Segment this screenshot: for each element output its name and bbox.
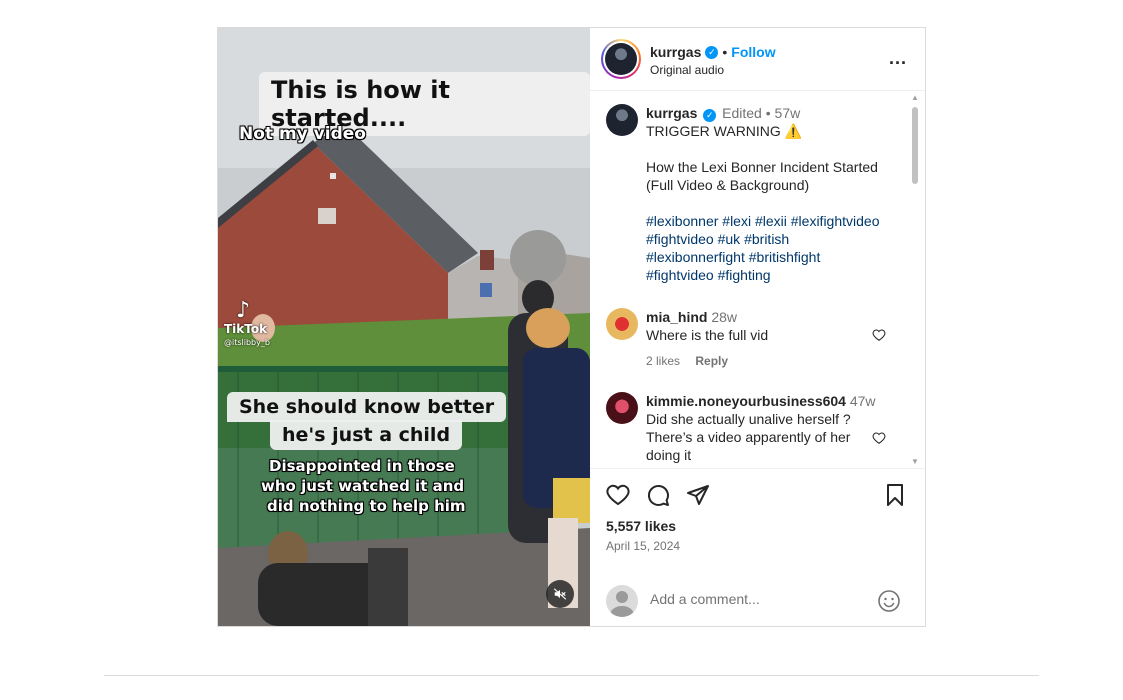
comment-meta-row: 2 likes Reply (646, 352, 896, 370)
hashtag-link[interactable]: #lexifightvideo (791, 213, 880, 229)
comment-body: kimmie.noneyourbusiness604 47w Did she a… (646, 392, 896, 464)
author-avatar-image (605, 43, 637, 75)
warning-emoji: ⚠️ (784, 123, 803, 139)
caption-separator: • (765, 105, 771, 121)
comment-username[interactable]: kimmie.noneyourbusiness604 (646, 393, 846, 409)
like-heart-icon[interactable] (606, 483, 630, 507)
comment-username[interactable]: mia_hind (646, 309, 707, 325)
post-date[interactable]: April 15, 2024 (606, 539, 680, 553)
comment-body: mia_hind 28w Where is the full vid 2 lik… (646, 308, 896, 370)
caption-hashtags: #lexibonner #lexi #lexii #lexifightvideo… (646, 212, 896, 284)
post-side-panel: kurrgas ✓ • Follow Original audio ... ku… (590, 28, 925, 626)
like-comment-heart-icon[interactable] (872, 431, 886, 445)
page: This is how it started.... Not my video … (0, 0, 1123, 700)
hashtag-link[interactable]: #uk (718, 231, 741, 247)
post-likes-count[interactable]: 5,557 likes (606, 518, 676, 534)
comments-scrollbar[interactable]: ▲ ▼ (911, 94, 919, 466)
action-icons-row (606, 483, 710, 507)
video-caption-middle-line2: he's just a child (270, 420, 463, 450)
video-caption-bottom-line3: did nothing to help him (267, 497, 466, 515)
tiktok-icon: ♪ (236, 298, 251, 323)
comment-likes-count[interactable]: 2 likes (646, 354, 680, 368)
reply-button[interactable]: Reply (695, 354, 728, 368)
original-audio-link[interactable]: Original audio (650, 63, 724, 77)
like-comment-heart-icon[interactable] (872, 328, 886, 342)
post-actions: 5,557 likes April 15, 2024 (590, 468, 925, 626)
header-separator: • (722, 44, 728, 60)
comment-age[interactable]: 47w (850, 393, 876, 409)
caption-avatar[interactable] (606, 104, 638, 136)
save-bookmark-icon[interactable] (883, 483, 907, 507)
hashtag-link[interactable]: #lexii (755, 213, 787, 229)
share-send-icon[interactable] (686, 483, 710, 507)
commenter-avatar[interactable] (606, 308, 638, 340)
comment-age[interactable]: 28w (711, 309, 737, 325)
author-row: kurrgas ✓ • Follow (650, 44, 776, 60)
video-caption-not-my-video: Not my video (239, 124, 366, 144)
current-user-avatar (606, 585, 638, 617)
more-options-button[interactable]: ... (889, 48, 907, 69)
verified-badge-icon: ✓ (705, 45, 719, 59)
caption-username[interactable]: kurrgas (646, 105, 697, 121)
tiktok-watermark: ♪ TikTok @itslibby_b (224, 298, 270, 348)
scroll-down-arrow-icon[interactable]: ▼ (911, 458, 919, 466)
caption-line2: How the Lexi Bonner Incident Started (646, 159, 878, 175)
page-divider (104, 675, 1039, 676)
hashtag-link[interactable]: #fighting (718, 267, 771, 283)
caption-age[interactable]: 57w (775, 105, 801, 121)
more-options-icon: ... (888, 48, 907, 68)
video-caption-bottom-line1: Disappointed in those (269, 457, 455, 475)
comment-text-line3: doing it (646, 447, 692, 463)
speaker-muted-icon (553, 588, 567, 600)
author-avatar[interactable] (601, 39, 641, 79)
add-comment-bar (590, 573, 925, 627)
hashtag-link[interactable]: #fightvideo (646, 267, 714, 283)
scroll-up-arrow-icon[interactable]: ▲ (911, 94, 919, 102)
hashtag-link[interactable]: #british (744, 231, 789, 247)
comment-bubble-icon[interactable] (646, 483, 670, 507)
video-caption-bottom-line2: who just watched it and (261, 477, 465, 495)
caption-edited: Edited (722, 105, 762, 121)
hashtag-link[interactable]: #lexi (722, 213, 751, 229)
caption-line1: TRIGGER WARNING (646, 123, 781, 139)
author-username[interactable]: kurrgas (650, 44, 701, 60)
commenter-avatar[interactable] (606, 392, 638, 424)
caption-body: kurrgas ✓ Edited • 57w TRIGGER WARNING ⚠… (646, 104, 896, 284)
mute-button[interactable] (546, 580, 574, 608)
hashtag-link[interactable]: #britishfight (749, 249, 821, 265)
caption-line3: (Full Video & Background) (646, 177, 810, 193)
add-comment-input[interactable] (650, 591, 850, 607)
video-player[interactable]: This is how it started.... Not my video … (218, 28, 590, 626)
hashtag-link[interactable]: #fightvideo (646, 231, 714, 247)
comment-text: Where is the full vid (646, 327, 769, 343)
hashtag-link[interactable]: #lexibonner (646, 213, 718, 229)
post-header: kurrgas ✓ • Follow Original audio ... (590, 28, 925, 91)
tiktok-username: @itslibby_b (224, 338, 270, 347)
comments-list[interactable]: kurrgas ✓ Edited • 57w TRIGGER WARNING ⚠… (590, 92, 910, 468)
verified-badge-icon: ✓ (703, 109, 717, 122)
tiktok-brand: TikTok (224, 322, 268, 336)
comment-text-line2: There’s a video apparently of her (646, 429, 851, 445)
hashtag-link[interactable]: #lexibonnerfight (646, 249, 745, 265)
post-card: This is how it started.... Not my video … (217, 27, 926, 627)
video-caption-middle-line1: She should know better (227, 392, 507, 422)
comment-text-line1: Did she actually unalive herself ? (646, 411, 851, 427)
follow-button[interactable]: Follow (731, 44, 775, 60)
default-user-icon (610, 591, 634, 617)
scrollbar-thumb[interactable] (912, 107, 918, 184)
emoji-picker-icon[interactable] (877, 589, 901, 613)
